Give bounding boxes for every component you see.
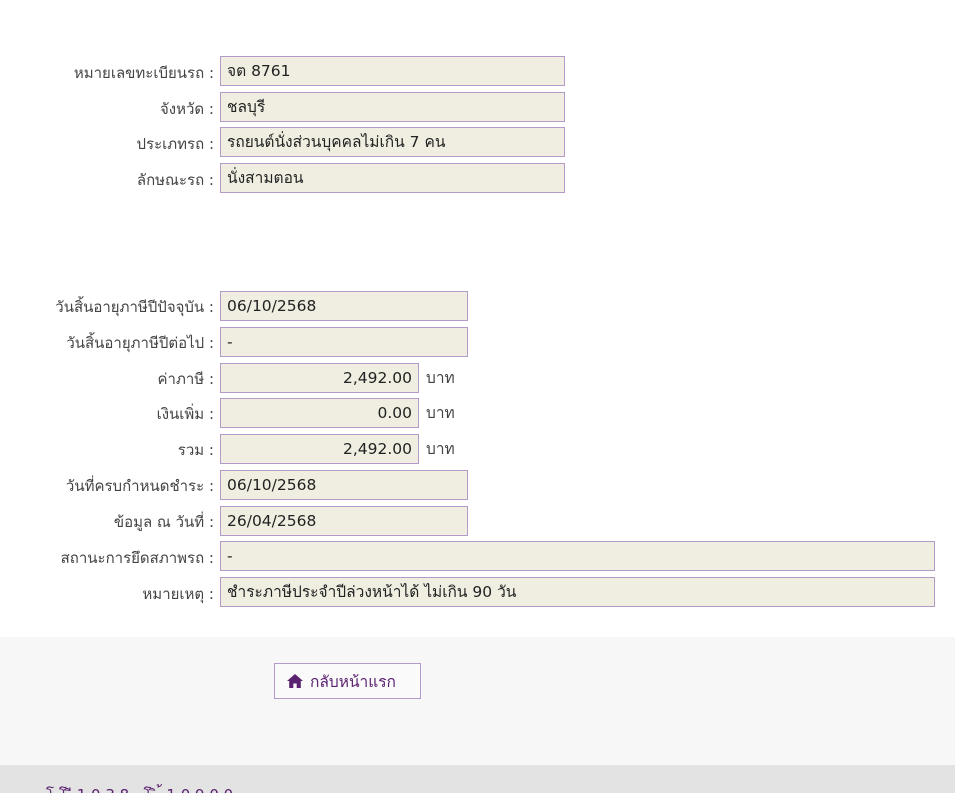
province-label: จังหวัด : [160,100,214,118]
next-expiry-field: - [220,327,468,357]
total-field: 2,492.00 [220,434,419,464]
home-icon [286,673,304,689]
current-expiry-field: 06/10/2568 [220,291,468,321]
tax-amount-unit: บาท [426,369,455,387]
back-to-home-button[interactable]: กลับหน้าแรก [274,663,421,699]
vehicle-style-field: นั่งสามตอน [220,163,565,193]
current-expiry-label: วันสิ้นอายุภาษีปีปัจจุบัน : [55,298,214,316]
tax-amount-field: 2,492.00 [220,363,419,393]
surcharge-unit: บาท [426,404,455,422]
due-date-label: วันที่ครบกำหนดชำระ : [65,477,214,495]
action-panel [0,637,955,765]
footer-text: โ โ ี 1 0 3 8 , โ ิ ้ 1 0 9 0 0 [46,783,233,793]
surcharge-label: เงินเพิ่ม : [156,405,214,423]
total-label: รวม : [177,441,214,459]
remark-label: หมายเหตุ : [142,585,214,603]
total-unit: บาท [426,440,455,458]
plate-label: หมายเลขทะเบียนรถ : [73,64,214,82]
province-field: ชลบุรี [220,92,565,122]
vehicle-type-field: รถยนต์นั่งส่วนบุคคลไม่เกิน 7 คน [220,127,565,157]
next-expiry-label: วันสิ้นอายุภาษีปีต่อไป : [66,334,214,352]
tax-amount-label: ค่าภาษี : [157,370,214,388]
footer: โ โ ี 1 0 3 8 , โ ิ ้ 1 0 9 0 0 [0,765,955,793]
due-date-field: 06/10/2568 [220,470,468,500]
seizure-status-field: - [220,541,935,571]
vehicle-type-label: ประเภทรถ : [136,135,215,153]
data-as-of-field: 26/04/2568 [220,506,468,536]
remark-field: ชำระภาษีประจำปีล่วงหน้าได้ ไม่เกิน 90 วั… [220,577,935,607]
seizure-status-label: สถานะการยึดสภาพรถ : [60,549,214,567]
vehicle-style-label: ลักษณะรถ : [136,171,214,189]
back-to-home-label: กลับหน้าแรก [310,672,396,691]
data-as-of-label: ข้อมูล ณ วันที่ : [113,513,214,531]
surcharge-field: 0.00 [220,398,419,428]
plate-field: จต 8761 [220,56,565,86]
